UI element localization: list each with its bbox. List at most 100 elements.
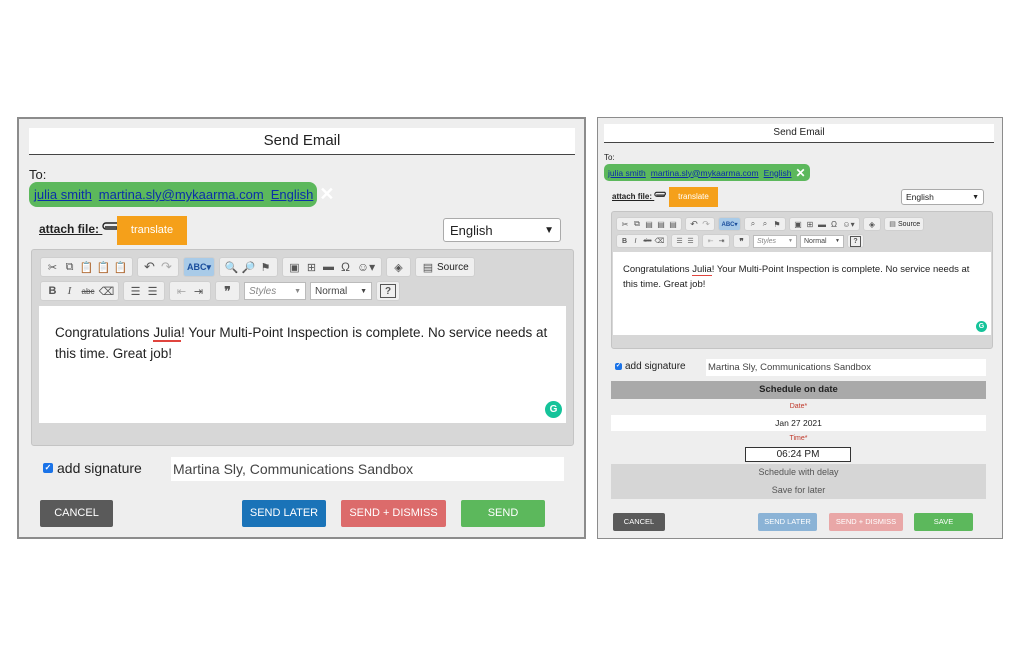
numbered-list-icon[interactable]: ☰ [674, 237, 685, 245]
attach-file-link[interactable]: attach file: [39, 221, 124, 236]
redo-icon[interactable]: ↷ [158, 259, 175, 275]
smiley-icon[interactable]: ☺▾ [840, 220, 857, 229]
replace-icon[interactable]: ⌕ [759, 219, 771, 229]
cancel-button[interactable]: CANCEL [40, 500, 113, 527]
strikethrough-icon[interactable]: abc [78, 287, 98, 296]
signature-checkbox[interactable]: ✓ [615, 363, 622, 370]
anchor-flag-icon[interactable]: ⚑ [771, 220, 783, 229]
bold-icon[interactable]: B [44, 285, 61, 297]
find-icon[interactable]: ⌕ [747, 219, 759, 229]
horizontal-rule-icon[interactable]: ▬ [816, 220, 828, 229]
format-select[interactable]: Normal ▼ [800, 234, 844, 248]
language-select-value: English [906, 192, 934, 202]
redo-icon[interactable]: ↷ [700, 219, 712, 230]
paste-text-icon[interactable]: 📋 [95, 261, 112, 274]
image-icon[interactable]: ▣ [792, 220, 804, 229]
message-body[interactable]: Congratulations Julia! Your Multi-Point … [613, 252, 991, 335]
translate-button[interactable]: translate [669, 187, 718, 207]
format-select[interactable]: Normal ▼ [310, 282, 372, 300]
table-icon[interactable]: ⊞ [303, 261, 320, 274]
paste-icon[interactable]: 📋 [78, 261, 95, 274]
paste-icon[interactable]: ▤ [643, 220, 655, 229]
signature-input[interactable]: Martina Sly, Communications Sandbox [171, 457, 564, 481]
outdent-icon[interactable]: ⇤ [173, 285, 190, 298]
copy-icon[interactable]: ⧉ [61, 261, 78, 274]
smiley-icon[interactable]: ☺▾ [354, 260, 378, 274]
copy-icon[interactable]: ⧉ [631, 219, 643, 229]
save-for-later-option[interactable]: Save for later [611, 481, 986, 499]
cut-icon[interactable]: ✂ [619, 220, 631, 229]
time-input[interactable]: 06:24 PM [745, 447, 851, 462]
spellcheck-icon[interactable]: ABC▾ [721, 221, 738, 228]
language-select[interactable]: English ▼ [901, 189, 984, 205]
special-char-icon[interactable]: Ω [337, 260, 354, 274]
close-x-icon[interactable]: ✕ [796, 166, 806, 180]
translate-button[interactable]: translate [117, 216, 187, 245]
replace-icon[interactable]: 🔎 [240, 261, 257, 274]
attach-file-link[interactable]: attach file: [612, 191, 669, 201]
recipient-name-link[interactable]: julia smith [608, 168, 646, 178]
send-email-dialog-small: Send Email To: julia smith martina.sly@m… [597, 117, 1003, 539]
blockquote-icon[interactable]: ❞ [219, 284, 236, 298]
time-label: Time* [789, 435, 808, 442]
anchor-flag-icon[interactable]: ⚑ [257, 261, 274, 274]
iframe-icon[interactable]: ◈ [390, 261, 407, 274]
recipient-chips: julia smith martina.sly@mykaarma.com Eng… [604, 164, 810, 181]
send-button[interactable]: SEND [461, 500, 545, 527]
spellcheck-icon[interactable]: ABC▾ [187, 262, 211, 273]
indent-icon[interactable]: ⇥ [190, 285, 207, 298]
help-icon[interactable]: ? [850, 235, 861, 247]
recipient-email-link[interactable]: martina.sly@mykaarma.com [99, 187, 264, 202]
date-value[interactable]: Jan 27 2021 [611, 415, 986, 431]
styles-select[interactable]: Styles ▼ [753, 234, 797, 248]
remove-format-icon[interactable]: ⌫ [98, 285, 115, 298]
recipient-language-link[interactable]: English [271, 187, 314, 202]
bulleted-list-icon[interactable]: ☰ [685, 237, 696, 245]
source-button[interactable]: Source [437, 262, 469, 273]
paste-word-icon[interactable]: ▤ [667, 220, 679, 229]
recipient-language-link[interactable]: English [764, 168, 792, 178]
table-icon[interactable]: ⊞ [804, 220, 816, 229]
signature-input[interactable]: Martina Sly, Communications Sandbox [706, 359, 986, 376]
bold-icon[interactable]: B [619, 238, 630, 245]
recipient-email-link[interactable]: martina.sly@mykaarma.com [651, 168, 759, 178]
send-dismiss-button[interactable]: SEND + DISMISS [341, 500, 446, 527]
blockquote-icon[interactable]: ❞ [736, 237, 747, 246]
find-icon[interactable]: 🔍 [223, 261, 240, 274]
strikethrough-icon[interactable]: abc [641, 238, 654, 244]
iframe-icon[interactable]: ◈ [866, 220, 878, 229]
bulleted-list-icon[interactable]: ☰ [144, 285, 161, 298]
remove-format-icon[interactable]: ⌫ [654, 237, 665, 245]
undo-icon[interactable]: ↶ [141, 259, 158, 275]
styles-select[interactable]: Styles ▼ [244, 282, 306, 300]
italic-icon[interactable]: I [61, 285, 78, 297]
close-x-icon[interactable]: ✕ [319, 184, 334, 205]
message-text-start: Congratulations [55, 325, 150, 340]
paste-word-icon[interactable]: 📋 [112, 261, 129, 274]
numbered-list-icon[interactable]: ☰ [127, 285, 144, 298]
undo-icon[interactable]: ↶ [688, 219, 700, 230]
outdent-icon[interactable]: ⇤ [705, 237, 716, 245]
help-icon[interactable]: ? [380, 284, 396, 298]
schedule-with-delay-option[interactable]: Schedule with delay [611, 464, 986, 481]
save-button[interactable]: SAVE [914, 513, 973, 531]
indent-icon[interactable]: ⇥ [716, 237, 727, 245]
signature-checkbox[interactable]: ✓ [43, 463, 53, 473]
paste-text-icon[interactable]: ▤ [655, 220, 667, 229]
cancel-button[interactable]: CANCEL [613, 513, 665, 531]
send-later-button[interactable]: SEND LATER [242, 500, 326, 527]
language-select[interactable]: English ▼ [443, 218, 561, 242]
horizontal-rule-icon[interactable]: ▬ [320, 261, 337, 273]
cut-icon[interactable]: ✂ [44, 261, 61, 274]
grammarly-icon[interactable]: G [545, 401, 562, 418]
send-dismiss-button[interactable]: SEND + DISMISS [829, 513, 903, 531]
message-body[interactable]: Congratulations Julia! Your Multi-Point … [39, 306, 566, 423]
send-later-button[interactable]: SEND LATER [758, 513, 817, 531]
image-icon[interactable]: ▣ [286, 261, 303, 274]
source-button[interactable]: Source [898, 221, 920, 228]
date-label: Date* [789, 403, 808, 410]
grammarly-icon[interactable]: G [976, 321, 987, 332]
special-char-icon[interactable]: Ω [828, 220, 840, 229]
recipient-name-link[interactable]: julia smith [34, 187, 92, 202]
italic-icon[interactable]: I [630, 238, 641, 245]
